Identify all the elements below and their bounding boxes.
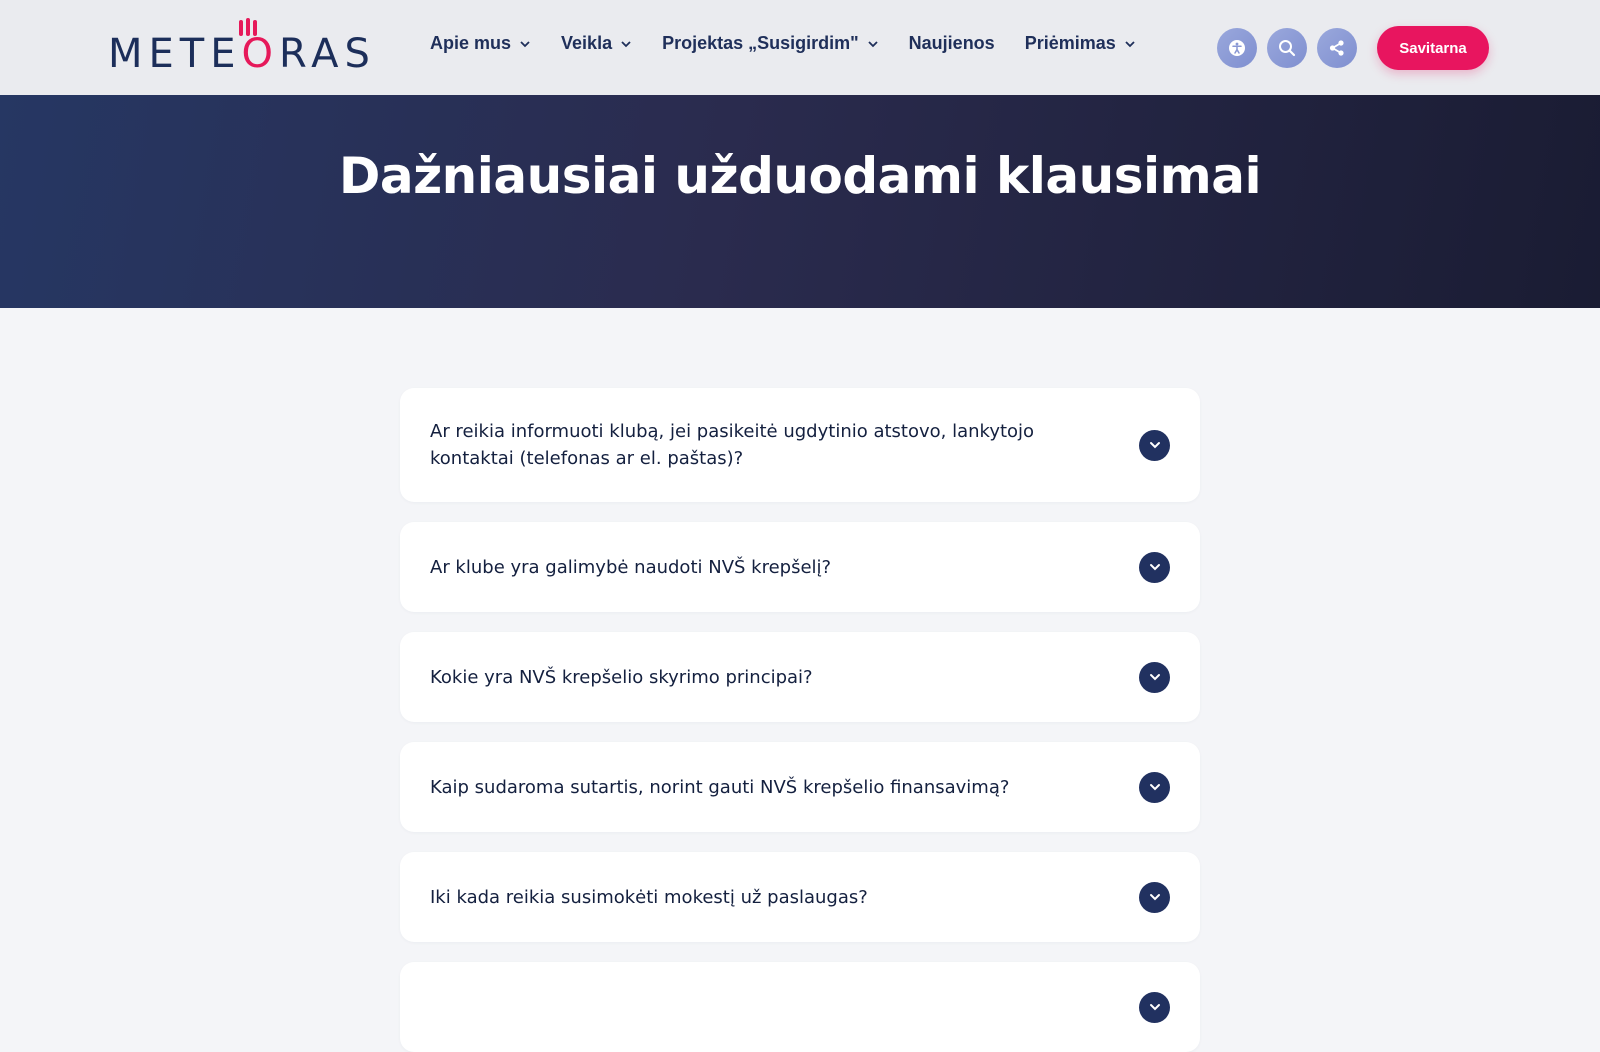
nav-item-projektas[interactable]: Projektas „Susigirdim" [662,33,879,54]
faq-item-partial[interactable] [400,962,1200,1052]
faq-question: Ar klube yra galimybė naudoti NVŠ krepše… [430,556,832,578]
faq-toggle-button[interactable] [1139,991,1170,1023]
faq-toggle-button[interactable] [1139,429,1170,461]
nav-item-priemimas[interactable]: Priėmimas [1025,33,1136,54]
page-title: Dažniausiai užduodami klausimai [338,147,1262,205]
faq-question: Kokie yra NVŠ krepšelio skyrimo principa… [430,666,813,688]
accessibility-button[interactable] [1217,28,1257,68]
faq-question: Ar reikia informuoti klubą, jei pasikeit… [430,421,1035,469]
nav-item-label: Apie mus [430,33,512,53]
chevron-down-icon [1125,40,1135,47]
nav-item-label: Projektas „Susigirdim" [662,33,859,53]
chevron-down-icon [1149,564,1160,571]
chevron-down-icon [520,40,530,47]
chevron-down-icon [1149,1004,1160,1011]
nav-item-label: Veikla [561,33,613,53]
faq-item[interactable]: Ar klube yra galimybė naudoti NVŠ krepše… [400,522,1200,612]
main-nav: Apie mus Veikla Projektas „Susigirdim" N… [430,33,1136,54]
nav-item-label: Priėmimas [1024,33,1116,53]
faq-item[interactable]: Iki kada reikia susimokėti mokestį už pa… [400,852,1200,942]
faq-item[interactable]: Kokie yra NVŠ krepšelio skyrimo principa… [400,632,1200,722]
search-button[interactable] [1267,28,1307,68]
faq-question: Kaip sudaroma sutartis, norint gauti NVŠ… [430,776,1010,798]
savitarna-button[interactable]: Savitarna [1377,26,1489,70]
nav-item-apie-mus[interactable]: Apie mus [430,33,531,54]
site-logo[interactable]: METEORAS [108,18,370,78]
faq-item[interactable]: Ar reikia informuoti klubą, jei pasikeit… [400,388,1200,502]
share-icon [1329,40,1344,56]
chevron-down-icon [1149,894,1160,901]
nav-item-label: Naujienos [908,33,995,53]
faq-item[interactable]: Kaip sudaroma sutartis, norint gauti NVŠ… [400,742,1200,832]
faq-toggle-button[interactable] [1139,771,1170,803]
chevron-down-icon [1149,784,1160,791]
site-header: METEORAS Apie mus Veikla Projektas „Susi… [0,0,1600,95]
logo-hand-icon [239,18,257,36]
faq-question: Iki kada reikia susimokėti mokestį už pa… [430,886,868,908]
nav-item-naujienos[interactable]: Naujienos [909,33,995,54]
search-icon [1279,40,1296,57]
chevron-down-icon [868,40,878,47]
faq-toggle-button[interactable] [1139,661,1170,693]
nav-item-veikla[interactable]: Veikla [561,33,632,54]
page-hero: Dažniausiai užduodami klausimai [0,95,1600,308]
faq-toggle-button[interactable] [1139,551,1170,583]
faq-list: Ar reikia informuoti klubą, jei pasikeit… [400,388,1200,1052]
chevron-down-icon [1149,674,1160,681]
accessibility-icon [1229,40,1245,56]
share-button[interactable] [1317,28,1357,68]
faq-toggle-button[interactable] [1139,881,1170,913]
chevron-down-icon [621,40,631,47]
chevron-down-icon [1149,442,1160,449]
